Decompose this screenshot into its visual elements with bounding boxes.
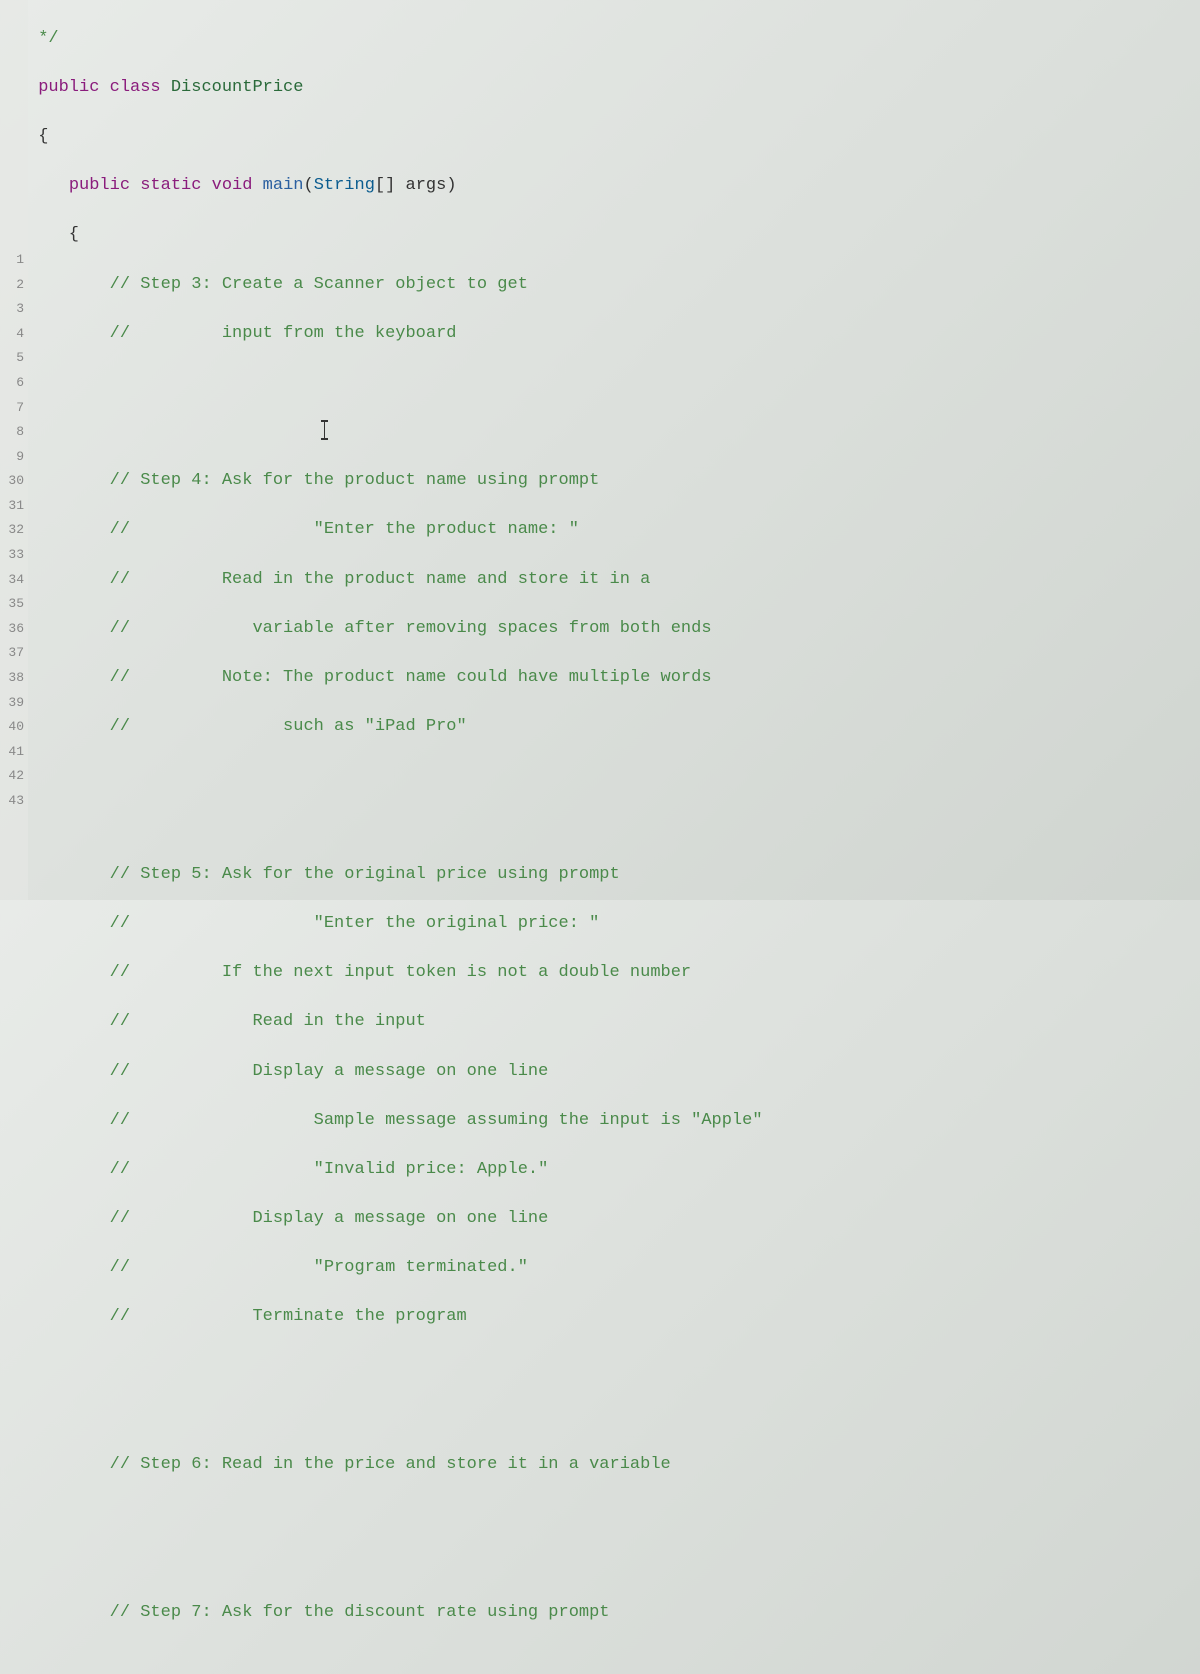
line-number bbox=[0, 150, 24, 175]
code-line: public class DiscountPrice bbox=[28, 76, 1200, 101]
line-number: 7 bbox=[0, 396, 24, 421]
code-line: // "Program terminated." bbox=[28, 1256, 1200, 1281]
code-editor[interactable]: 1234567893031323334353637383940414243 */… bbox=[0, 0, 1200, 900]
code-line: // Sample message assuming the input is … bbox=[28, 1109, 1200, 1134]
code-line: // Step 7: Ask for the discount rate usi… bbox=[28, 1601, 1200, 1626]
line-number: 43 bbox=[0, 789, 24, 814]
code-line: // Step 4: Ask for the product name usin… bbox=[28, 469, 1200, 494]
line-number: 41 bbox=[0, 740, 24, 765]
line-number: 1 bbox=[0, 248, 24, 273]
line-number bbox=[0, 27, 24, 52]
code-line: // Step 5: Ask for the original price us… bbox=[28, 863, 1200, 888]
code-line bbox=[28, 814, 1200, 839]
code-line bbox=[28, 371, 1200, 396]
line-number: 9 bbox=[0, 445, 24, 470]
code-line bbox=[28, 764, 1200, 789]
code-line: // Terminate the program bbox=[28, 1305, 1200, 1330]
line-number: 36 bbox=[0, 617, 24, 642]
code-line: // "Invalid price: Apple." bbox=[28, 1158, 1200, 1183]
line-number-gutter: 1234567893031323334353637383940414243 bbox=[0, 0, 28, 900]
line-number: 34 bbox=[0, 568, 24, 593]
code-line: // such as "iPad Pro" bbox=[28, 715, 1200, 740]
code-line: // Step 6: Read in the price and store i… bbox=[28, 1453, 1200, 1478]
code-line: // If the next input token is not a doub… bbox=[28, 961, 1200, 986]
code-line: // "Enter the product name: " bbox=[28, 518, 1200, 543]
code-line: // variable after removing spaces from b… bbox=[28, 617, 1200, 642]
line-number: 38 bbox=[0, 666, 24, 691]
code-line bbox=[28, 1502, 1200, 1527]
code-line: // "Enter the original price: " bbox=[28, 912, 1200, 937]
code-line: */ bbox=[28, 27, 1200, 52]
line-number: 35 bbox=[0, 592, 24, 617]
code-line bbox=[28, 1551, 1200, 1576]
code-line: // Note: The product name could have mul… bbox=[28, 666, 1200, 691]
code-line: { bbox=[28, 223, 1200, 248]
line-number: 31 bbox=[0, 494, 24, 519]
line-number: 6 bbox=[0, 371, 24, 396]
line-number: 33 bbox=[0, 543, 24, 568]
code-line: public static void main(String[] args) bbox=[28, 174, 1200, 199]
code-line bbox=[28, 1355, 1200, 1380]
line-number: 40 bbox=[0, 715, 24, 740]
code-line: // Read in the product name and store it… bbox=[28, 568, 1200, 593]
code-line: // Step 3: Create a Scanner object to ge… bbox=[28, 273, 1200, 298]
line-number bbox=[0, 100, 24, 125]
line-number bbox=[0, 76, 24, 101]
line-number: 39 bbox=[0, 691, 24, 716]
line-number: 30 bbox=[0, 469, 24, 494]
line-number: 8 bbox=[0, 420, 24, 445]
line-number bbox=[0, 199, 24, 224]
line-number: 5 bbox=[0, 346, 24, 371]
line-number: 4 bbox=[0, 322, 24, 347]
code-line bbox=[28, 1404, 1200, 1429]
code-line: // Display a message on one line bbox=[28, 1060, 1200, 1085]
code-line bbox=[28, 420, 1200, 445]
line-number bbox=[0, 174, 24, 199]
line-number bbox=[0, 51, 24, 76]
code-line: // Display a message on one line bbox=[28, 1207, 1200, 1232]
line-number: 37 bbox=[0, 641, 24, 666]
line-number: 42 bbox=[0, 764, 24, 789]
text-cursor-icon bbox=[324, 420, 325, 440]
code-line: { bbox=[28, 125, 1200, 150]
line-number: 3 bbox=[0, 297, 24, 322]
line-number: 2 bbox=[0, 273, 24, 298]
line-number: 32 bbox=[0, 518, 24, 543]
code-area[interactable]: */ public class DiscountPrice { public s… bbox=[28, 0, 1200, 900]
line-number bbox=[0, 2, 24, 27]
code-line: // Read in the input bbox=[28, 1010, 1200, 1035]
line-number bbox=[0, 125, 24, 150]
code-line: // input from the keyboard bbox=[28, 322, 1200, 347]
line-number bbox=[0, 223, 24, 248]
